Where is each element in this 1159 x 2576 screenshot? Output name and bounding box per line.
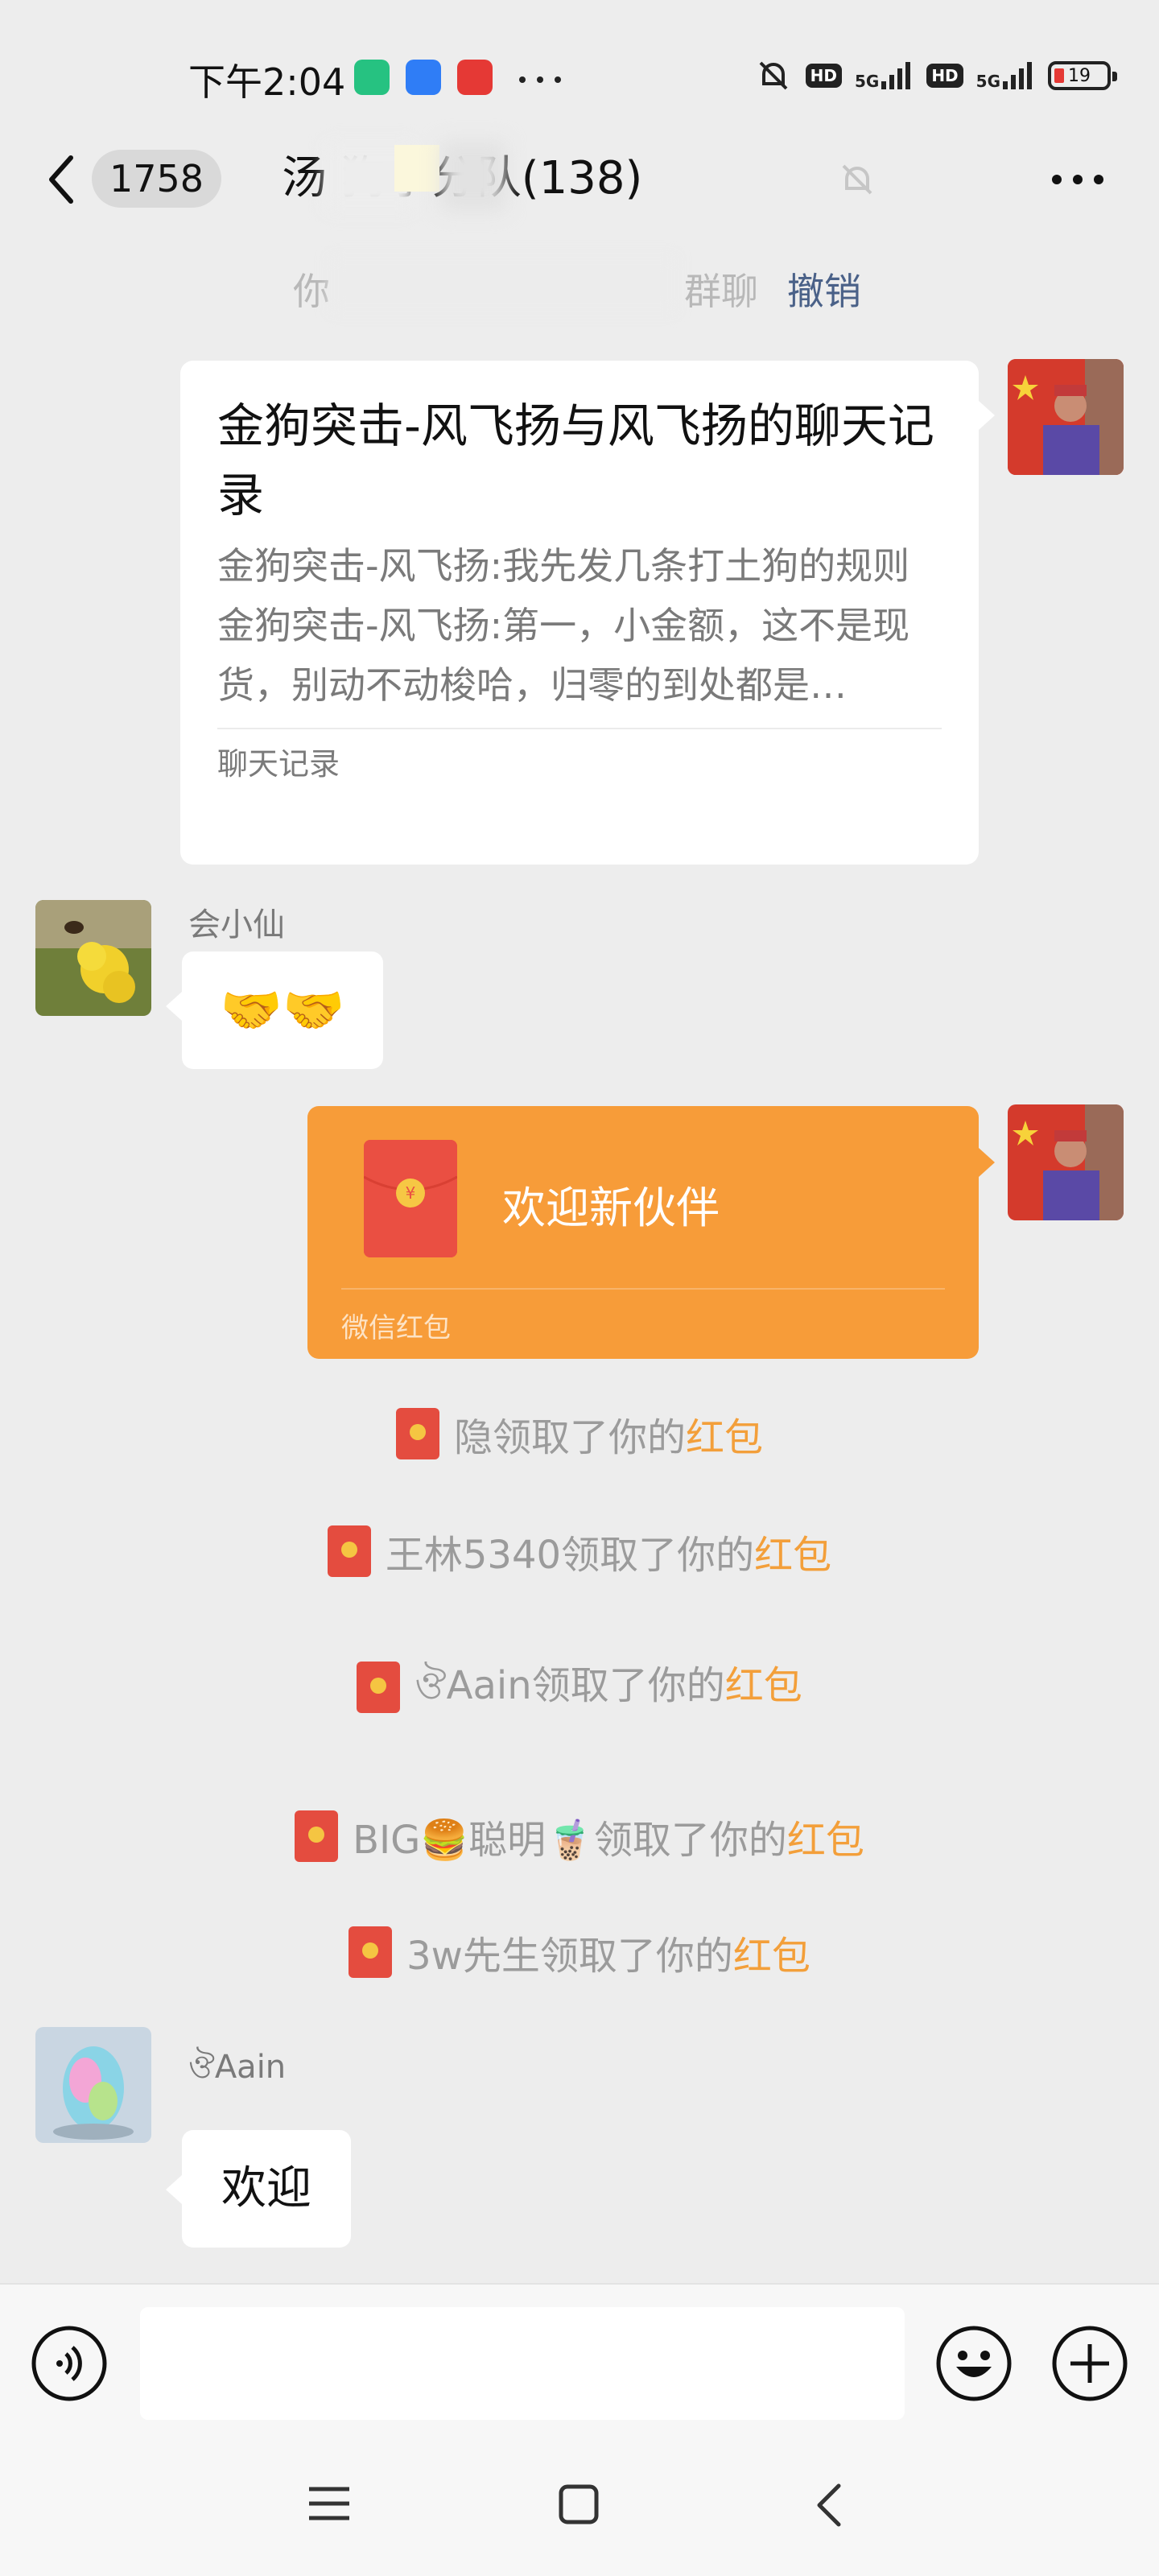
red-packet-divider bbox=[341, 1288, 945, 1290]
recall-link[interactable]: 撤销 bbox=[787, 262, 861, 316]
more-notifications-icon bbox=[518, 76, 562, 84]
battery-icon: 19 bbox=[1048, 61, 1117, 90]
hd-badge-1: HD bbox=[805, 64, 842, 88]
network-type-2: 5G bbox=[975, 72, 1000, 91]
more-icon[interactable] bbox=[1051, 174, 1104, 185]
red-packet-text: 欢迎新伙伴 bbox=[502, 1183, 720, 1233]
notice-right-text: 群聊 bbox=[684, 270, 758, 313]
red-envelope-icon bbox=[357, 1661, 401, 1713]
handshake-message[interactable]: 🤝🤝 bbox=[182, 952, 383, 1069]
red-envelope-icon bbox=[295, 1810, 339, 1862]
chat-record-card[interactable]: 金狗突击-风飞扬与风飞扬的聊天记录 金狗突击-风飞扬:我先发几条打土狗的规则 金… bbox=[180, 361, 979, 865]
my-avatar[interactable] bbox=[1008, 359, 1124, 475]
red-envelope-icon bbox=[395, 1408, 439, 1459]
battery-level: 19 bbox=[1068, 65, 1091, 86]
red-envelope-icon bbox=[349, 1926, 393, 1978]
mute-bell-icon bbox=[837, 159, 877, 200]
system-name: BIG🍔聪明🧋 bbox=[353, 1818, 594, 1863]
system-suffix: 领取了你的 bbox=[492, 1415, 686, 1460]
red-packet-link[interactable]: 红包 bbox=[754, 1533, 831, 1578]
sender-name: ঔAain bbox=[188, 2049, 287, 2086]
system-name: ঔAain bbox=[415, 1663, 532, 1708]
system-name: 隐 bbox=[453, 1415, 493, 1460]
red-packet-link[interactable]: 红包 bbox=[787, 1818, 864, 1863]
status-time: 下午2:04 bbox=[188, 60, 346, 104]
notice-redaction bbox=[330, 256, 676, 312]
signal-1: 5G bbox=[855, 62, 914, 89]
voice-icon[interactable] bbox=[31, 2325, 108, 2402]
system-suffix: 领取了你的 bbox=[539, 1934, 733, 1979]
title-redaction-gray bbox=[441, 142, 505, 211]
emoji-icon[interactable] bbox=[935, 2325, 1013, 2402]
red-envelope-icon: ¥ bbox=[364, 1140, 457, 1257]
huixiaoxian-avatar[interactable] bbox=[35, 900, 151, 1016]
system-suffix: 领取了你的 bbox=[531, 1663, 725, 1708]
network-type-1: 5G bbox=[854, 72, 880, 91]
chat-record-footer: 聊天记录 bbox=[217, 746, 340, 782]
system-message: BIG🍔聪明🧋领取了你的红包 bbox=[0, 1808, 1159, 1864]
mute-icon bbox=[754, 56, 793, 95]
red-packet-link[interactable]: 红包 bbox=[686, 1415, 763, 1460]
notice-left-text: 你 bbox=[293, 270, 330, 313]
message-input[interactable] bbox=[140, 2307, 905, 2420]
bubble-tail bbox=[166, 992, 182, 1021]
title-redaction-yellow bbox=[394, 145, 439, 192]
bubble-tail bbox=[979, 401, 995, 430]
chat-record-preview-1: 金狗突击-风飞扬:我先发几条打土狗的规则 bbox=[217, 544, 910, 588]
card-divider bbox=[217, 728, 942, 729]
home-icon[interactable] bbox=[559, 2484, 599, 2524]
system-message: 3w先生领取了你的红包 bbox=[0, 1924, 1159, 1980]
signal-2: 5G bbox=[976, 62, 1035, 89]
system-message: 王林5340领取了你的红包 bbox=[0, 1523, 1159, 1579]
map-app-icon bbox=[406, 60, 441, 95]
red-packet-footer: 微信红包 bbox=[341, 1312, 451, 1344]
back-icon[interactable] bbox=[815, 2483, 843, 2528]
red-envelope-icon bbox=[327, 1525, 371, 1577]
system-message: ঔAain领取了你的红包 bbox=[0, 1653, 1159, 1720]
system-message: 隐领取了你的红包 bbox=[0, 1406, 1159, 1462]
system-suffix: 领取了你的 bbox=[593, 1818, 787, 1863]
sender-name: 会小仙 bbox=[188, 906, 285, 943]
system-name: 3w先生 bbox=[406, 1934, 540, 1979]
red-packet-link[interactable]: 红包 bbox=[733, 1934, 810, 1979]
chat-record-preview-2: 金狗突击-风飞扬:第一，小金额，这不是现货，别动不动梭哈，归零的到处都是… bbox=[217, 604, 910, 707]
back-chevron-icon[interactable] bbox=[45, 153, 77, 206]
status-indicators: HD 5G HD 5G 19 bbox=[754, 56, 1117, 95]
aain-avatar[interactable] bbox=[35, 2027, 151, 2143]
unread-count-badge[interactable]: 1758 bbox=[92, 150, 222, 208]
system-name: 王林5340 bbox=[385, 1533, 562, 1578]
chat-record-title: 金狗突击-风飞扬与风飞扬的聊天记录 bbox=[217, 398, 934, 522]
plus-icon[interactable] bbox=[1051, 2325, 1128, 2402]
c-app-icon bbox=[457, 60, 493, 95]
menu-icon[interactable] bbox=[309, 2486, 349, 2521]
svg-text:¥: ¥ bbox=[406, 1183, 416, 1203]
red-packet-link[interactable]: 红包 bbox=[725, 1663, 802, 1708]
bubble-tail bbox=[166, 2175, 182, 2204]
red-packet-message[interactable]: ¥ 欢迎新伙伴 微信红包 bbox=[307, 1106, 979, 1359]
shield-app-icon bbox=[354, 60, 390, 95]
bubble-tail bbox=[979, 1148, 995, 1177]
system-suffix: 领取了你的 bbox=[561, 1533, 755, 1578]
my-avatar-2[interactable] bbox=[1008, 1104, 1124, 1220]
welcome-message[interactable]: 欢迎 bbox=[182, 2130, 351, 2248]
hd-badge-2: HD bbox=[926, 64, 963, 88]
